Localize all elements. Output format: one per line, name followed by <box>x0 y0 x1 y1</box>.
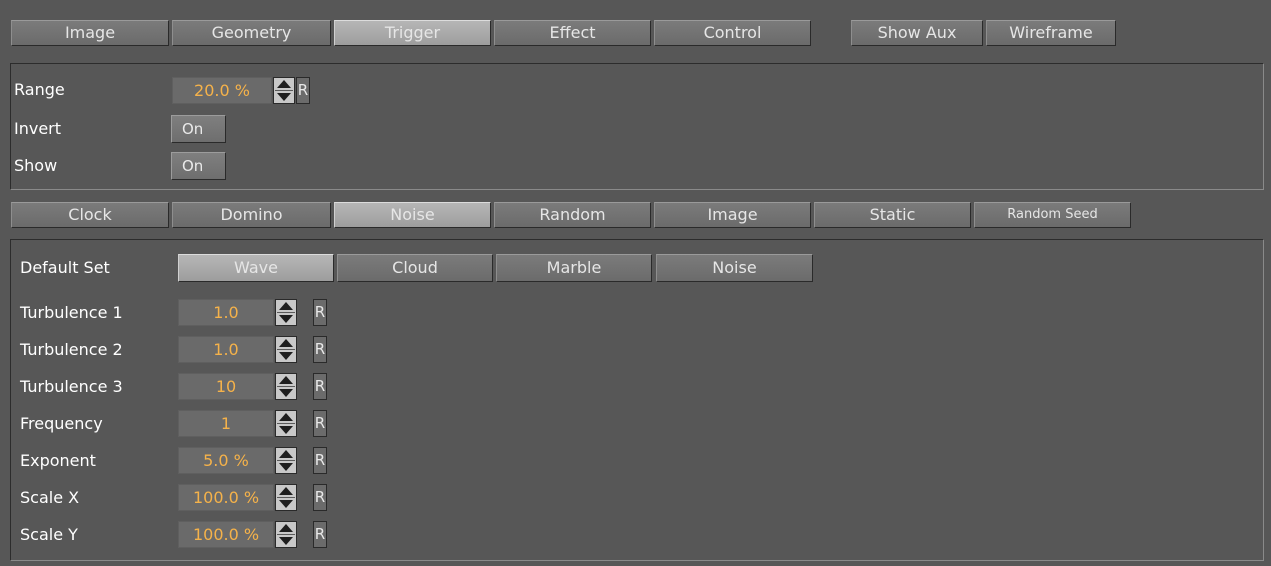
scale-y-reset-button[interactable]: R <box>313 521 327 548</box>
exponent-label: Exponent <box>20 451 96 470</box>
arrow-up-icon <box>277 80 291 88</box>
arrow-down-icon <box>279 389 293 397</box>
scale-y-field[interactable]: 100.0 % <box>178 521 274 548</box>
turbulence-1-field[interactable]: 1.0 <box>178 299 274 326</box>
preset-wave-button[interactable]: Wave <box>178 254 334 282</box>
scale-x-spinner[interactable] <box>275 484 297 511</box>
arrow-down-icon <box>279 500 293 508</box>
show-label: Show <box>14 156 58 175</box>
scale-x-reset-button[interactable]: R <box>313 484 327 511</box>
scale-y-spinner[interactable] <box>275 521 297 548</box>
show-aux-button[interactable]: Show Aux <box>851 20 983 46</box>
tab-control[interactable]: Control <box>654 20 811 46</box>
arrow-down-icon <box>279 463 293 471</box>
arrow-up-icon <box>279 302 293 310</box>
tab-effect[interactable]: Effect <box>494 20 651 46</box>
wireframe-button[interactable]: Wireframe <box>986 20 1116 46</box>
tab-geometry[interactable]: Geometry <box>172 20 331 46</box>
exponent-reset-button[interactable]: R <box>313 447 327 474</box>
frequency-spinner[interactable] <box>275 410 297 437</box>
scale-x-label: Scale X <box>20 488 80 507</box>
turbulence-2-field[interactable]: 1.0 <box>178 336 274 363</box>
turbulence-1-spinner[interactable] <box>275 299 297 326</box>
turbulence-1-label: Turbulence 1 <box>20 303 123 322</box>
tab-image-trigger[interactable]: Image <box>654 202 811 228</box>
tab-domino[interactable]: Domino <box>172 202 331 228</box>
preset-noise-button[interactable]: Noise <box>656 254 813 282</box>
frequency-reset-button[interactable]: R <box>313 410 327 437</box>
arrow-up-icon <box>279 339 293 347</box>
turbulence-3-spinner[interactable] <box>275 373 297 400</box>
invert-toggle[interactable]: On <box>171 115 226 143</box>
tab-image[interactable]: Image <box>11 20 169 46</box>
arrow-up-icon <box>279 450 293 458</box>
exponent-field[interactable]: 5.0 % <box>178 447 274 474</box>
tab-noise[interactable]: Noise <box>334 202 491 228</box>
arrow-down-icon <box>279 426 293 434</box>
arrow-up-icon <box>279 487 293 495</box>
tab-clock[interactable]: Clock <box>11 202 169 228</box>
invert-label: Invert <box>14 119 62 138</box>
frequency-field[interactable]: 1 <box>178 410 274 437</box>
turbulence-1-reset-button[interactable]: R <box>313 299 327 326</box>
range-spinner[interactable] <box>273 77 295 104</box>
turbulence-3-field[interactable]: 10 <box>178 373 274 400</box>
random-seed-button[interactable]: Random Seed <box>974 202 1131 228</box>
arrow-down-icon <box>279 315 293 323</box>
arrow-down-icon <box>279 537 293 545</box>
range-field[interactable]: 20.0 % <box>172 77 272 104</box>
show-toggle[interactable]: On <box>171 152 226 180</box>
turbulence-2-spinner[interactable] <box>275 336 297 363</box>
arrow-down-icon <box>279 352 293 360</box>
exponent-spinner[interactable] <box>275 447 297 474</box>
scale-x-field[interactable]: 100.0 % <box>178 484 274 511</box>
arrow-down-icon <box>277 93 291 101</box>
arrow-up-icon <box>279 376 293 384</box>
preset-marble-button[interactable]: Marble <box>496 254 652 282</box>
frequency-label: Frequency <box>20 414 103 433</box>
noise-panel <box>10 239 1264 561</box>
range-label: Range <box>14 80 65 99</box>
turbulence-2-label: Turbulence 2 <box>20 340 123 359</box>
tab-static[interactable]: Static <box>814 202 971 228</box>
tab-random[interactable]: Random <box>494 202 651 228</box>
turbulence-2-reset-button[interactable]: R <box>313 336 327 363</box>
turbulence-3-label: Turbulence 3 <box>20 377 123 396</box>
arrow-up-icon <box>279 524 293 532</box>
preset-cloud-button[interactable]: Cloud <box>337 254 493 282</box>
range-reset-button[interactable]: R <box>296 77 310 104</box>
arrow-up-icon <box>279 413 293 421</box>
scale-y-label: Scale Y <box>20 525 78 544</box>
tab-trigger[interactable]: Trigger <box>334 20 491 46</box>
turbulence-3-reset-button[interactable]: R <box>313 373 327 400</box>
default-set-label: Default Set <box>20 258 110 277</box>
